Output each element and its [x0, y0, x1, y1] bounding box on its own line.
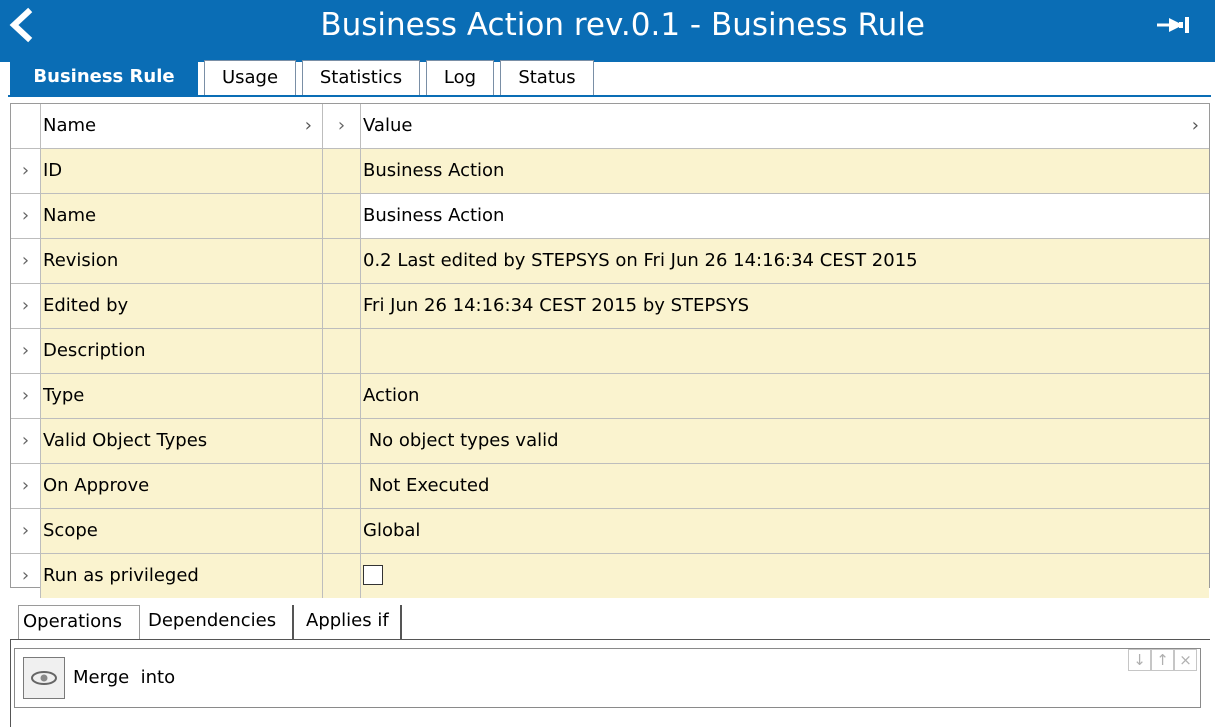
row-spacer — [323, 419, 361, 463]
chevron-right-icon: › — [1191, 115, 1199, 136]
expand-chevron-icon[interactable]: › — [11, 284, 41, 328]
tab-usage[interactable]: Usage — [204, 60, 296, 96]
operation-label[interactable]: Merge into — [73, 657, 175, 699]
header-value-label: Value — [363, 115, 413, 136]
header-expand-cell — [11, 104, 41, 148]
expand-chevron-icon[interactable]: › — [11, 554, 41, 598]
tab-business-rule[interactable]: Business Rule — [10, 57, 198, 96]
grid-header-row: Name › › Value › — [11, 104, 1209, 149]
tab-dependencies[interactable]: Dependencies — [144, 605, 294, 639]
expand-chevron-icon[interactable]: › — [11, 509, 41, 553]
table-row[interactable]: › ID Business Action — [11, 149, 1209, 194]
expand-chevron-icon[interactable]: › — [11, 419, 41, 463]
row-spacer — [323, 284, 361, 328]
table-row[interactable]: › On Approve Not Executed — [11, 464, 1209, 509]
table-row[interactable]: › Description — [11, 329, 1209, 374]
expand-chevron-icon[interactable]: › — [11, 149, 41, 193]
table-row[interactable]: › Name Business Action — [11, 194, 1209, 239]
chevron-right-icon: › — [337, 115, 346, 136]
row-spacer — [323, 509, 361, 553]
row-name: Run as privileged — [41, 554, 323, 598]
row-name: Name — [41, 194, 323, 238]
title-bar: Business Action rev.0.1 - Business Rule — [0, 0, 1215, 62]
row-value — [361, 554, 1209, 598]
row-spacer — [323, 149, 361, 193]
row-name: Type — [41, 374, 323, 418]
pin-icon[interactable] — [1155, 14, 1191, 36]
window-title: Business Action rev.0.1 - Business Rule — [320, 7, 925, 43]
row-spacer — [323, 554, 361, 598]
row-spacer — [323, 194, 361, 238]
eye-icon — [31, 671, 57, 685]
row-name: Edited by — [41, 284, 323, 328]
expand-chevron-icon[interactable]: › — [11, 464, 41, 508]
expand-chevron-icon[interactable]: › — [11, 239, 41, 283]
tab-statistics[interactable]: Statistics — [302, 60, 420, 96]
row-value: Action — [361, 374, 1209, 418]
row-value — [361, 329, 1209, 373]
close-icon[interactable]: × — [1174, 649, 1197, 671]
row-spacer — [323, 239, 361, 283]
row-name: Valid Object Types — [41, 419, 323, 463]
table-row[interactable]: › Scope Global — [11, 509, 1209, 554]
tab-operations[interactable]: Operations — [18, 605, 140, 641]
row-value: Not Executed — [361, 464, 1209, 508]
arrow-up-icon[interactable]: ↑ — [1151, 649, 1174, 671]
row-value: Business Action — [361, 149, 1209, 193]
operations-list: Merge into ↓ ↑ × — [14, 648, 1201, 708]
tab-log[interactable]: Log — [426, 60, 494, 96]
row-spacer — [323, 464, 361, 508]
expand-chevron-icon[interactable]: › — [11, 194, 41, 238]
table-row[interactable]: › Valid Object Types No object types val… — [11, 419, 1209, 464]
row-spacer — [323, 329, 361, 373]
run-as-privileged-checkbox[interactable] — [363, 564, 383, 585]
row-name: Scope — [41, 509, 323, 553]
chevron-right-icon: › — [304, 115, 312, 136]
header-chevron-cell[interactable]: › — [323, 104, 361, 148]
tab-applies-if[interactable]: Applies if — [302, 605, 402, 639]
table-row[interactable]: › Run as privileged — [11, 554, 1209, 599]
arrow-down-icon[interactable]: ↓ — [1128, 649, 1151, 671]
operation-controls: ↓ ↑ × — [1128, 649, 1200, 673]
expand-chevron-icon[interactable]: › — [11, 374, 41, 418]
row-value: No object types valid — [361, 419, 1209, 463]
table-row[interactable]: › Revision 0.2 Last edited by STEPSYS on… — [11, 239, 1209, 284]
row-name: ID — [41, 149, 323, 193]
row-value: Fri Jun 26 14:16:34 CEST 2015 by STEPSYS — [361, 284, 1209, 328]
header-name-label: Name — [43, 115, 97, 136]
table-row[interactable]: › Type Action — [11, 374, 1209, 419]
row-value: Global — [361, 509, 1209, 553]
view-operation-button[interactable] — [23, 657, 65, 699]
header-value-cell[interactable]: Value › — [361, 104, 1209, 148]
expand-chevron-icon[interactable]: › — [11, 329, 41, 373]
row-name: Revision — [41, 239, 323, 283]
properties-grid: Name › › Value › › ID Business Action › Na… — [10, 103, 1210, 598]
tab-underline — [8, 95, 1211, 97]
row-value-editable[interactable]: Business Action — [361, 194, 1209, 238]
row-name: Description — [41, 329, 323, 373]
table-row[interactable]: › Edited by Fri Jun 26 14:16:34 CEST 201… — [11, 284, 1209, 329]
header-name-cell[interactable]: Name › — [41, 104, 323, 148]
row-name: On Approve — [41, 464, 323, 508]
row-spacer — [323, 374, 361, 418]
operations-panel: Merge into ↓ ↑ × — [10, 639, 1210, 727]
row-value: 0.2 Last edited by STEPSYS on Fri Jun 26… — [361, 239, 1209, 283]
tab-status[interactable]: Status — [500, 60, 594, 96]
